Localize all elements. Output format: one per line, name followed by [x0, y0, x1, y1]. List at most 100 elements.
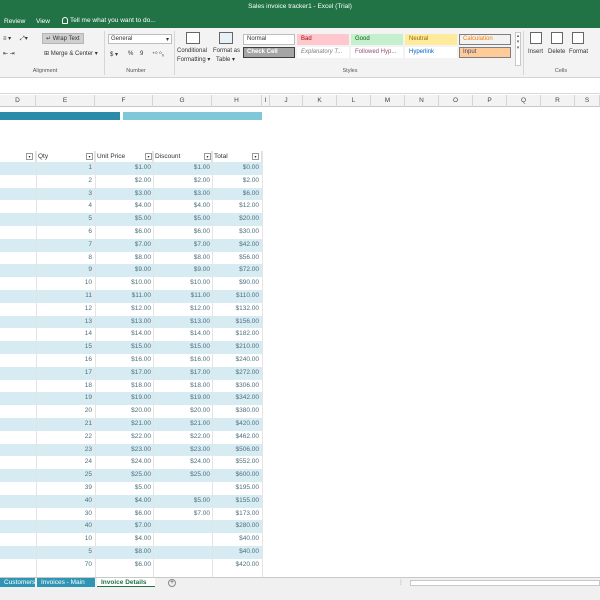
- horizontal-scrollbar[interactable]: [410, 580, 600, 586]
- cell-qty[interactable]: 40: [85, 520, 92, 533]
- table-row[interactable]: 5 $5.00 $5.00 $20.00: [0, 213, 262, 226]
- cell-qty[interactable]: 4: [88, 200, 92, 213]
- cell-total[interactable]: $173.00: [236, 508, 260, 521]
- cell-total[interactable]: $462.00: [236, 431, 260, 444]
- cell-total[interactable]: $210.00: [236, 341, 260, 354]
- column-header-i[interactable]: I: [262, 95, 270, 107]
- table-row[interactable]: 20 $20.00 $20.00 $380.00: [0, 405, 262, 418]
- cell-discount[interactable]: $2.00: [194, 175, 210, 188]
- table-row[interactable]: 1 $1.00 $1.00 $0.00: [0, 162, 262, 175]
- cell-qty[interactable]: 13: [85, 316, 92, 329]
- table-row[interactable]: 30 $6.00 $7.00 $173.00: [0, 508, 262, 521]
- cell-discount[interactable]: $15.00: [190, 341, 210, 354]
- column-header-q[interactable]: Q: [507, 95, 541, 107]
- filter-dropdown-icon[interactable]: ▾: [86, 153, 93, 160]
- cell-unit-price[interactable]: $6.00: [135, 508, 151, 521]
- filter-dropdown-icon[interactable]: ▾: [252, 153, 259, 160]
- cell-unit-price[interactable]: $10.00: [131, 277, 151, 290]
- cell-qty[interactable]: 14: [85, 328, 92, 341]
- cell-unit-price[interactable]: $6.00: [135, 226, 151, 239]
- cell-total[interactable]: $280.00: [236, 520, 260, 533]
- table-row[interactable]: 17 $17.00 $17.00 $272.00: [0, 366, 262, 380]
- cell-unit-price[interactable]: $12.00: [131, 303, 151, 316]
- table-row[interactable]: 10 $4.00 $40.00: [0, 533, 262, 546]
- cell-discount[interactable]: $20.00: [190, 405, 210, 418]
- cell-total[interactable]: $20.00: [239, 213, 259, 226]
- column-header-g[interactable]: G: [153, 95, 212, 107]
- cell-total[interactable]: $506.00: [236, 444, 260, 457]
- cell-unit-price[interactable]: $1.00: [135, 162, 151, 175]
- cell-total[interactable]: $12.00: [239, 200, 259, 213]
- table-row[interactable]: 21 $21.00 $21.00 $420.00: [0, 418, 262, 431]
- cell-unit-price[interactable]: $5.00: [135, 213, 151, 226]
- comma-button[interactable]: 9: [140, 51, 143, 57]
- cell-qty[interactable]: 30: [85, 508, 92, 521]
- table-row[interactable]: 18 $18.00 $18.00 $306.00: [0, 380, 262, 393]
- cell-total[interactable]: $420.00: [236, 559, 260, 572]
- cell-style-4[interactable]: Calculation: [459, 34, 511, 45]
- table-row[interactable]: 14 $14.00 $14.00 $182.00: [0, 328, 262, 341]
- cell-qty[interactable]: 6: [88, 226, 92, 239]
- cell-style-1[interactable]: Bad: [297, 34, 349, 45]
- styles-scroll[interactable]: ▴ ▾ ▾: [515, 32, 521, 66]
- cell-discount[interactable]: $5.00: [194, 213, 210, 226]
- decimal-buttons[interactable]: ⁺⁰ ⁰₀: [152, 51, 164, 58]
- cell-qty[interactable]: 70: [85, 559, 92, 572]
- cell-total[interactable]: $156.00: [236, 316, 260, 329]
- column-header-s[interactable]: S: [575, 95, 600, 107]
- cell-total[interactable]: $42.00: [239, 239, 259, 252]
- currency-button[interactable]: $ ▾: [110, 51, 118, 58]
- column-header-h[interactable]: H: [212, 95, 262, 107]
- cell-unit-price[interactable]: $24.00: [131, 456, 151, 469]
- cell-discount[interactable]: $16.00: [190, 354, 210, 367]
- cell-unit-price[interactable]: $21.00: [131, 418, 151, 431]
- cell-total[interactable]: $40.00: [239, 546, 259, 559]
- cell-qty[interactable]: 25: [85, 469, 92, 482]
- table-row[interactable]: 8 $8.00 $8.00 $56.00: [0, 252, 262, 265]
- cell-unit-price[interactable]: $4.00: [135, 533, 151, 546]
- cell-unit-price[interactable]: $4.00: [135, 200, 151, 213]
- cell-total[interactable]: $72.00: [239, 264, 259, 277]
- cell-unit-price[interactable]: $4.00: [135, 495, 151, 508]
- cell-total[interactable]: $0.00: [243, 162, 259, 175]
- table-row[interactable]: 22 $22.00 $22.00 $462.00: [0, 431, 262, 444]
- cell-discount[interactable]: $3.00: [194, 188, 210, 201]
- column-header-r[interactable]: R: [541, 95, 575, 107]
- cell-unit-price[interactable]: $19.00: [131, 392, 151, 405]
- cell-discount[interactable]: $14.00: [190, 328, 210, 341]
- cell-qty[interactable]: 20: [85, 405, 92, 418]
- cell-total[interactable]: $6.00: [243, 188, 259, 201]
- cell-total[interactable]: $182.00: [236, 328, 260, 341]
- cell-unit-price[interactable]: $3.00: [135, 188, 151, 201]
- table-row[interactable]: 70 $6.00 $420.00: [0, 559, 262, 572]
- table-row[interactable]: 6 $6.00 $6.00 $30.00: [0, 226, 262, 239]
- column-header-l[interactable]: L: [337, 95, 371, 107]
- table-row[interactable]: 39 $5.00 $195.00: [0, 482, 262, 495]
- cell-unit-price[interactable]: $22.00: [131, 431, 151, 444]
- cell-unit-price[interactable]: $7.00: [135, 239, 151, 252]
- cell-total[interactable]: $195.00: [236, 482, 260, 495]
- cell-qty[interactable]: 10: [85, 277, 92, 290]
- table-row[interactable]: 5 $8.00 $40.00: [0, 546, 262, 559]
- cell-discount[interactable]: $13.00: [190, 316, 210, 329]
- cell-style-5[interactable]: Check Cell: [243, 47, 295, 58]
- table-row[interactable]: 3 $3.00 $3.00 $6.00: [0, 187, 262, 201]
- cell-total[interactable]: $155.00: [236, 495, 260, 508]
- cell-qty[interactable]: 40: [85, 495, 92, 508]
- cell-discount[interactable]: $4.00: [194, 200, 210, 213]
- cell-discount[interactable]: $25.00: [190, 469, 210, 482]
- cell-discount[interactable]: $1.00: [194, 162, 210, 175]
- cell-unit-price[interactable]: $2.00: [135, 175, 151, 188]
- cell-discount[interactable]: $8.00: [194, 252, 210, 265]
- column-header-e[interactable]: E: [36, 95, 95, 107]
- cell-discount[interactable]: $7.00: [194, 239, 210, 252]
- cell-unit-price[interactable]: $20.00: [131, 405, 151, 418]
- cell-qty[interactable]: 1: [88, 162, 92, 175]
- column-header-k[interactable]: K: [303, 95, 337, 107]
- cell-qty[interactable]: 8: [88, 252, 92, 265]
- cell-total[interactable]: $380.00: [236, 405, 260, 418]
- filter-dropdown-icon[interactable]: ▾: [26, 153, 33, 160]
- cell-unit-price[interactable]: $5.00: [135, 482, 151, 495]
- cell-qty[interactable]: 17: [85, 367, 92, 380]
- cell-unit-price[interactable]: $7.00: [135, 520, 151, 533]
